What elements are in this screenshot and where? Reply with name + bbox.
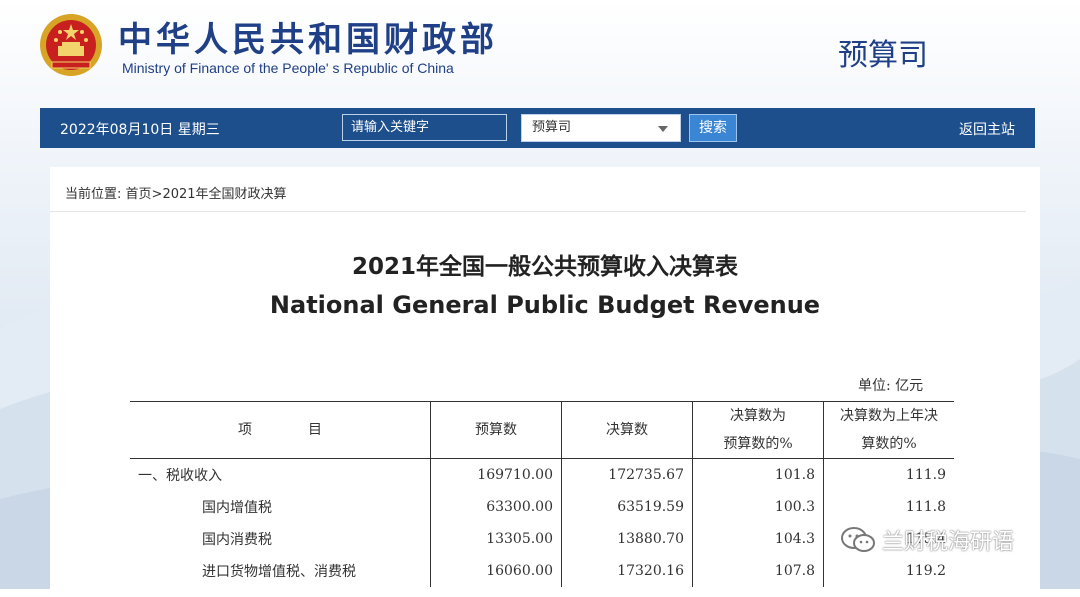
row-pct-budget: 104.3 bbox=[692, 523, 824, 555]
breadcrumb-home-link[interactable]: 首页 bbox=[126, 187, 152, 202]
row-pct-budget: 107.8 bbox=[692, 555, 824, 587]
row-budget: 13305.00 bbox=[430, 523, 562, 555]
row-budget: 63300.00 bbox=[430, 491, 562, 523]
department-name: 预算司 bbox=[838, 38, 928, 73]
wechat-icon bbox=[841, 527, 875, 552]
row-budget: 16060.00 bbox=[430, 555, 562, 587]
table-row: 国内增值税 63300.00 63519.59 100.3 111.8 bbox=[130, 491, 954, 523]
watermark-text: 兰财税海研语 bbox=[882, 530, 1015, 555]
site-title-en[interactable]: Ministry of Finance of the People' s Rep… bbox=[122, 60, 454, 76]
row-budget: 169710.00 bbox=[430, 458, 562, 491]
wechat-watermark: 兰财税海研语 bbox=[840, 524, 1014, 556]
row-pct-prev: 111.9 bbox=[823, 458, 954, 491]
return-home-link[interactable]: 返回主站 bbox=[959, 119, 1015, 139]
row-pct-prev: 111.8 bbox=[823, 491, 954, 523]
column-header-item: 项 目 bbox=[238, 422, 322, 438]
table-row: 进口货物增值税、消费税 16060.00 17320.16 107.8 119.… bbox=[130, 555, 954, 587]
unit-label: 单位: 亿元 bbox=[858, 378, 924, 394]
budget-table: 项 目 预算数 决算数 决算数为 预算数的% 决算数为上年决 算数的% 一、税收… bbox=[130, 401, 954, 587]
column-header-pct-budget: 决算数为 预算数的% bbox=[692, 401, 824, 459]
row-final: 63519.59 bbox=[561, 491, 693, 523]
report-title-cn: 2021年全国一般公共预算收入决算表 bbox=[351, 254, 738, 280]
breadcrumb-separator: > bbox=[151, 187, 163, 202]
breadcrumb-prefix: 当前位置: bbox=[65, 187, 122, 202]
site-title-cn[interactable]: 中华人民共和国财政部 bbox=[118, 12, 498, 61]
top-toolbar: 2022年08月10日 星期三 预算司 搜索 返回主站 bbox=[40, 108, 1035, 148]
divider bbox=[50, 211, 1026, 212]
row-pct-prev: 119.2 bbox=[823, 555, 954, 587]
table-row: 一、税收收入 169710.00 172735.67 101.8 111.9 bbox=[130, 458, 954, 491]
report-title-en: National General Public Budget Revenue bbox=[269, 291, 821, 319]
column-header-pct-prev: 决算数为上年决 算数的% bbox=[823, 401, 954, 459]
row-item: 国内增值税 bbox=[202, 500, 272, 516]
row-pct-budget: 101.8 bbox=[692, 458, 824, 491]
chevron-down-icon bbox=[658, 126, 668, 132]
search-input[interactable] bbox=[342, 114, 507, 141]
column-header-final: 决算数 bbox=[561, 401, 693, 459]
row-final: 13880.70 bbox=[561, 523, 693, 555]
row-item: 进口货物增值税、消费税 bbox=[202, 564, 356, 580]
row-final: 172735.67 bbox=[561, 458, 693, 491]
row-item: 一、税收收入 bbox=[138, 468, 222, 484]
breadcrumb-current[interactable]: 2021年全国财政决算 bbox=[162, 187, 286, 202]
department-select[interactable]: 预算司 bbox=[521, 114, 681, 142]
row-item: 国内消费税 bbox=[202, 532, 272, 548]
current-date: 2022年08月10日 星期三 bbox=[60, 122, 220, 138]
table-header-row: 项 目 预算数 决算数 决算数为 预算数的% 决算数为上年决 算数的% bbox=[130, 401, 954, 459]
site-header: 中华人民共和国财政部 Ministry of Finance of the Pe… bbox=[0, 0, 1080, 105]
breadcrumb: 当前位置: 首页>2021年全国财政决算 bbox=[65, 183, 287, 202]
search-button[interactable]: 搜索 bbox=[689, 114, 737, 142]
row-final: 17320.16 bbox=[561, 555, 693, 587]
column-header-budget: 预算数 bbox=[430, 401, 562, 459]
national-emblem-icon[interactable] bbox=[38, 12, 104, 78]
row-pct-budget: 100.3 bbox=[692, 491, 824, 523]
table-row: 国内消费税 13305.00 13880.70 104.3 115.4 bbox=[130, 523, 954, 555]
department-select-value: 预算司 bbox=[532, 120, 572, 135]
